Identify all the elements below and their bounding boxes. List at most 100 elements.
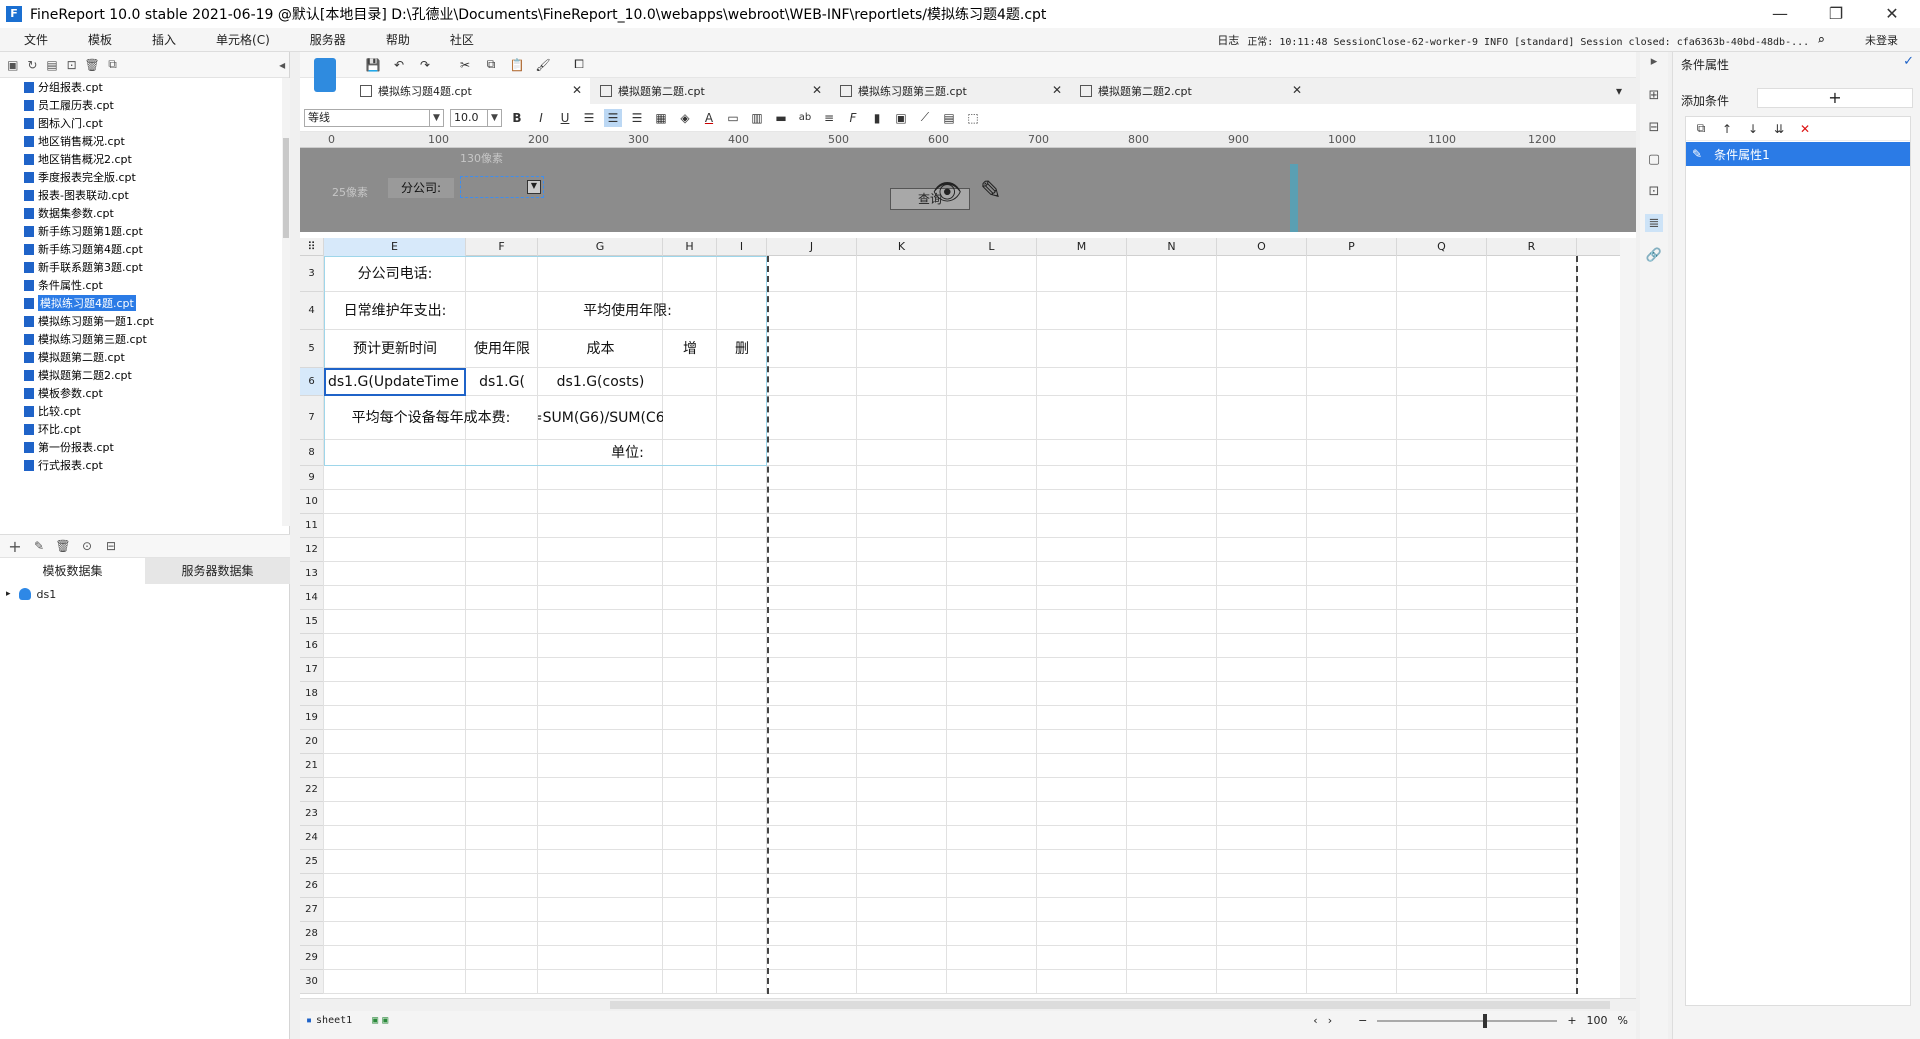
file-item[interactable]: 地区销售概况.cpt bbox=[0, 132, 282, 150]
row-header[interactable]: 22 bbox=[300, 778, 324, 802]
column-header-g[interactable]: G bbox=[538, 238, 663, 256]
grid-horizontal-scrollbar[interactable] bbox=[300, 999, 1636, 1011]
cell-g5[interactable]: 成本 bbox=[538, 330, 663, 368]
file-item[interactable]: 报表-图表联动.cpt bbox=[0, 186, 282, 204]
menu-help[interactable]: 帮助 bbox=[362, 31, 426, 48]
menu-template[interactable]: 模板 bbox=[64, 31, 128, 48]
open-file-icon[interactable]: ▤ bbox=[45, 56, 59, 74]
tab-server-dataset[interactable]: 服务器数据集 bbox=[145, 558, 290, 584]
file-item[interactable]: 模拟题第二题.cpt bbox=[0, 348, 282, 366]
tab-file[interactable]: 模拟题第二题2.cpt ✕ bbox=[1070, 78, 1310, 104]
edit-icon[interactable]: ✎ bbox=[30, 537, 48, 555]
align-left-icon[interactable]: ☰ bbox=[580, 109, 598, 127]
close-tab-icon[interactable]: ✕ bbox=[1052, 83, 1062, 97]
sort-icon[interactable]: ⇊ bbox=[1770, 120, 1788, 138]
file-item[interactable]: 模拟题第二题2.cpt bbox=[0, 366, 282, 384]
move-down-icon[interactable]: ↓ bbox=[1744, 120, 1762, 138]
zoom-slider[interactable] bbox=[1377, 1013, 1558, 1028]
add-sheet-icon[interactable]: ▣ bbox=[372, 1015, 378, 1026]
widget-attr-icon[interactable]: ⊡ bbox=[1645, 182, 1663, 200]
delete-condition-icon[interactable]: ✕ bbox=[1796, 120, 1814, 138]
copy-cell-icon[interactable]: ⧉ bbox=[482, 56, 500, 74]
tab-file[interactable]: 模拟练习题第三题.cpt ✕ bbox=[830, 78, 1070, 104]
close-tab-icon[interactable]: ✕ bbox=[1292, 83, 1302, 97]
bold-button[interactable]: B bbox=[508, 109, 526, 127]
row-header[interactable]: 19 bbox=[300, 706, 324, 730]
cell-e7[interactable]: 平均每个设备每年成本费: bbox=[324, 396, 538, 440]
row-header[interactable]: 23 bbox=[300, 802, 324, 826]
scroll-right-icon[interactable]: › bbox=[1328, 1014, 1332, 1027]
login-label[interactable]: 未登录 bbox=[1865, 32, 1898, 48]
template-type-icon[interactable] bbox=[314, 58, 336, 92]
hide-eye-icon[interactable]: 👁 bbox=[932, 178, 962, 206]
file-item[interactable]: 模拟练习题第三题.cpt bbox=[0, 330, 282, 348]
cell-i5[interactable]: 删 bbox=[717, 330, 767, 368]
row-header[interactable]: 28 bbox=[300, 922, 324, 946]
format-painter-icon[interactable]: 🖌 bbox=[534, 56, 552, 74]
file-item[interactable]: 地区销售概况2.cpt bbox=[0, 150, 282, 168]
row-header[interactable]: 4 bbox=[300, 292, 324, 330]
scroll-thumb[interactable] bbox=[283, 138, 289, 238]
file-item[interactable]: 环比.cpt bbox=[0, 420, 282, 438]
column-header-f[interactable]: F bbox=[466, 238, 538, 256]
file-item[interactable]: 分组报表.cpt bbox=[0, 78, 282, 96]
cell-g6[interactable]: ds1.G(costs) bbox=[538, 368, 663, 396]
file-item[interactable]: 季度报表完全版.cpt bbox=[0, 168, 282, 186]
grid-vertical-scrollbar[interactable] bbox=[1620, 238, 1636, 998]
new-folder-icon[interactable]: ▣ bbox=[6, 56, 20, 74]
file-item[interactable]: 模拟练习题4题.cpt bbox=[0, 294, 282, 312]
zoom-out-button[interactable]: − bbox=[1358, 1014, 1367, 1027]
column-header-j[interactable]: J bbox=[767, 238, 857, 256]
subreport-icon[interactable]: ▤ bbox=[940, 109, 958, 127]
text-icon[interactable]: ab bbox=[796, 109, 814, 127]
image-icon[interactable]: ▣ bbox=[892, 109, 910, 127]
cell-attr-icon[interactable]: ⊟ bbox=[1645, 118, 1663, 136]
menu-community[interactable]: 社区 bbox=[426, 31, 490, 48]
chart-icon[interactable]: ▮ bbox=[868, 109, 886, 127]
row-header[interactable]: 20 bbox=[300, 730, 324, 754]
collapse-left-icon[interactable]: ◂ bbox=[275, 56, 289, 74]
row-header[interactable]: 15 bbox=[300, 610, 324, 634]
hyperlink-icon[interactable]: 🔗 bbox=[1645, 246, 1663, 264]
row-header[interactable]: 8 bbox=[300, 440, 324, 466]
locate-icon[interactable]: ⊡ bbox=[65, 56, 79, 74]
row-header[interactable]: 21 bbox=[300, 754, 324, 778]
file-list-scrollbar[interactable] bbox=[282, 78, 290, 526]
cell-h5[interactable]: 增 bbox=[663, 330, 717, 368]
log-label[interactable]: 日志 bbox=[1217, 32, 1239, 48]
cell-element-icon[interactable]: ⊞ bbox=[1645, 86, 1663, 104]
scroll-thumb[interactable] bbox=[610, 1001, 1610, 1009]
richtext-icon[interactable]: ≡ bbox=[820, 109, 838, 127]
file-item[interactable]: 新手练习题第1题.cpt bbox=[0, 222, 282, 240]
file-item[interactable]: 第一份报表.cpt bbox=[0, 438, 282, 456]
row-header[interactable]: 29 bbox=[300, 946, 324, 970]
row-header[interactable]: 18 bbox=[300, 682, 324, 706]
delete-dataset-icon[interactable]: 🗑 bbox=[54, 537, 72, 555]
pencil-icon[interactable]: ✎ bbox=[980, 176, 1002, 206]
close-tab-icon[interactable]: ✕ bbox=[812, 83, 822, 97]
row-header[interactable]: 6 bbox=[300, 368, 324, 396]
condition-item[interactable]: ✎ 条件属性1 bbox=[1686, 142, 1910, 166]
row-header[interactable]: 9 bbox=[300, 466, 324, 490]
slash-icon[interactable]: ⟋ bbox=[916, 109, 934, 127]
menu-cell[interactable]: 单元格(C) bbox=[192, 31, 286, 48]
underline-button[interactable]: U bbox=[556, 109, 574, 127]
float-element-icon[interactable]: ⬚ bbox=[964, 109, 982, 127]
file-item[interactable]: 行式报表.cpt bbox=[0, 456, 282, 474]
file-item[interactable]: 条件属性.cpt bbox=[0, 276, 282, 294]
font-size-select[interactable]: 10.0 ▼ bbox=[450, 108, 502, 127]
restore-button[interactable]: ❐ bbox=[1808, 0, 1864, 28]
row-header[interactable]: 16 bbox=[300, 634, 324, 658]
checkmark-icon[interactable]: ✓ bbox=[1903, 54, 1914, 69]
row-header[interactable]: 27 bbox=[300, 898, 324, 922]
redo-icon[interactable]: ↷ bbox=[416, 56, 434, 74]
zoom-knob[interactable] bbox=[1483, 1013, 1488, 1028]
cell-g4[interactable]: 平均使用年限: bbox=[538, 292, 717, 330]
zoom-in-button[interactable]: + bbox=[1567, 1014, 1576, 1027]
row-header[interactable]: 10 bbox=[300, 490, 324, 514]
file-item[interactable]: 新手联系题第3题.cpt bbox=[0, 258, 282, 276]
copy-condition-icon[interactable]: ⧉ bbox=[1692, 120, 1710, 138]
close-tab-icon[interactable]: ✕ bbox=[572, 83, 582, 97]
align-right-icon[interactable]: ☰ bbox=[628, 109, 646, 127]
row-header[interactable]: 11 bbox=[300, 514, 324, 538]
